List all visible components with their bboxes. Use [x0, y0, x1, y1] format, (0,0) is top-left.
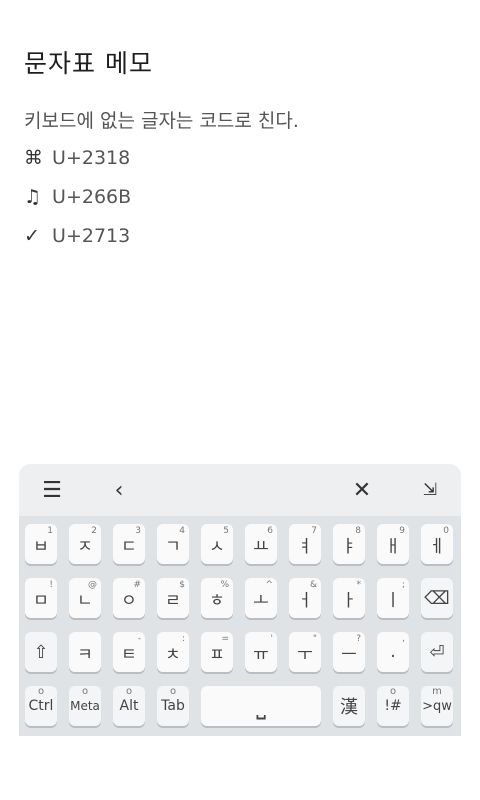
key-j[interactable]: ㅈ2: [69, 524, 101, 564]
key-n[interactable]: ㄴ @: [69, 578, 101, 618]
command-symbol-icon: ⌘: [24, 147, 43, 169]
key-b[interactable]: ㅂ1: [25, 524, 57, 564]
char-line-check: ✓ U+2713: [24, 225, 130, 247]
key-eo[interactable]: ㅓ &: [289, 578, 321, 618]
note-title: 문자표 메모: [24, 49, 153, 78]
shift-icon: ⇧: [33, 641, 49, 663]
alt-key[interactable]: o Alt: [113, 686, 145, 726]
char-code: U+2713: [52, 225, 131, 247]
key-eu[interactable]: ㅡ?: [333, 632, 365, 672]
back-icon[interactable]: ‹: [107, 464, 131, 516]
key-a[interactable]: ㅏ *: [333, 578, 365, 618]
key-ya[interactable]: ㅑ8: [333, 524, 365, 564]
meta-key[interactable]: o Meta: [69, 686, 101, 726]
char-code: U+266B: [52, 186, 132, 208]
language-switch-key[interactable]: m >qw: [421, 686, 453, 726]
note-body: 키보드에 없는 글자는 코드로 친다.: [24, 110, 299, 132]
key-ae[interactable]: ㅐ9: [377, 524, 409, 564]
enter-icon: ⏎: [429, 641, 445, 663]
key-g[interactable]: ㄱ4: [157, 524, 189, 564]
key-d[interactable]: ㄷ3: [113, 524, 145, 564]
key-i[interactable]: ㅣ;: [377, 578, 409, 618]
char-code: U+2318: [52, 147, 131, 169]
menu-icon[interactable]: ☰: [35, 464, 69, 516]
key-yo[interactable]: ㅛ6: [245, 524, 277, 564]
close-icon[interactable]: ✕: [347, 464, 377, 516]
music-note-icon: ♫: [24, 186, 42, 208]
key-p[interactable]: ㅍ =: [201, 632, 233, 672]
space-key[interactable]: ⎵: [201, 686, 321, 726]
tab-key[interactable]: o Tab: [157, 686, 189, 726]
backspace-icon: ⌫: [424, 587, 450, 609]
backspace-key[interactable]: ⌫: [421, 578, 453, 618]
key-r[interactable]: ㄹ $: [157, 578, 189, 618]
key-u[interactable]: ㅜ ": [289, 632, 321, 672]
hide-keyboard-icon[interactable]: ⇲: [415, 464, 445, 516]
symbols-key[interactable]: o !#: [377, 686, 409, 726]
hanja-key[interactable]: 漢: [333, 686, 365, 726]
space-icon: ⎵: [256, 692, 266, 720]
soft-keyboard: ☰ ‹ ✕ ⇲ ㅂ1 ㅈ2 ㄷ3 ㄱ4 ㅅ5 ㅛ6 ㅕ7 ㅑ8 ㅐ9 ㅔ0 ㅁ!…: [19, 464, 461, 736]
char-line-command: ⌘ U+2318: [24, 147, 130, 169]
key-k[interactable]: ㅋ: [69, 632, 101, 672]
key-m[interactable]: ㅁ!: [25, 578, 57, 618]
key-s[interactable]: ㅅ5: [201, 524, 233, 564]
key-ch[interactable]: ㅊ:: [157, 632, 189, 672]
check-mark-icon: ✓: [24, 225, 40, 247]
key-yu[interactable]: ㅠ ': [245, 632, 277, 672]
key-period[interactable]: .,: [377, 632, 409, 672]
ctrl-key[interactable]: o Ctrl: [25, 686, 57, 726]
key-h[interactable]: ㅎ%: [201, 578, 233, 618]
keyboard-toolbar: ☰ ‹ ✕ ⇲: [19, 464, 461, 516]
key-t[interactable]: ㅌ-: [113, 632, 145, 672]
key-grid: ㅂ1 ㅈ2 ㄷ3 ㄱ4 ㅅ5 ㅛ6 ㅕ7 ㅑ8 ㅐ9 ㅔ0 ㅁ! ㄴ @ ㅇ # ㄹ…: [19, 516, 461, 736]
key-e[interactable]: ㅔ0: [421, 524, 453, 564]
char-line-music: ♫ U+266B: [24, 186, 131, 208]
enter-key[interactable]: ⏎: [421, 632, 453, 672]
key-yeo[interactable]: ㅕ7: [289, 524, 321, 564]
key-o[interactable]: ㅗ ^: [245, 578, 277, 618]
key-ng[interactable]: ㅇ #: [113, 578, 145, 618]
shift-key[interactable]: ⇧: [25, 632, 57, 672]
